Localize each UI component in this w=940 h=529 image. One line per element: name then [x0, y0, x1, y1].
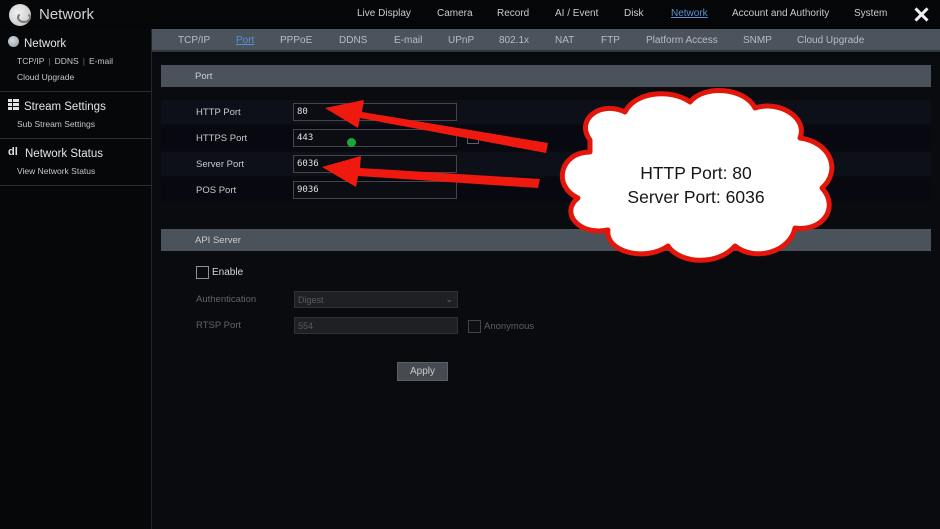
- tab-cloud-upgrade[interactable]: Cloud Upgrade: [797, 35, 864, 46]
- tab-tcpip[interactable]: TCP/IP: [178, 35, 210, 46]
- sidebar-link-tcpip[interactable]: TCP/IP: [17, 56, 44, 66]
- sidebar-group-title: Network Status: [25, 148, 103, 160]
- tab-snmp[interactable]: SNMP: [743, 35, 772, 46]
- https-port-label: HTTPS Port: [196, 133, 248, 144]
- anonymous-label: Anonymous: [484, 321, 535, 332]
- tab-8021x[interactable]: 802.1x: [499, 35, 529, 46]
- api-enable-toggle[interactable]: Enable: [196, 266, 243, 279]
- rtsp-port-input[interactable]: 554: [294, 317, 458, 334]
- cursor-indicator-dot: [347, 138, 356, 147]
- topnav-ai-event[interactable]: AI / Event: [555, 8, 598, 19]
- row-server-port: Server Port 6036: [161, 152, 931, 176]
- sidebar-links: TCP/IP | DDNS | E-mail: [0, 53, 151, 69]
- sidebar-links: Sub Stream Settings: [0, 116, 151, 132]
- separator: |: [82, 56, 85, 66]
- sidebar-group-network-status: dl Network Status View Network Status: [0, 139, 151, 186]
- sidebar-group-title: Stream Settings: [24, 101, 106, 113]
- sub-tab-bar: TCP/IP Port PPPoE DDNS E-mail UPnP 802.1…: [152, 29, 940, 52]
- sidebar-links: Cloud Upgrade: [0, 69, 151, 85]
- sidebar-link-cloud-upgrade[interactable]: Cloud Upgrade: [17, 72, 74, 82]
- server-port-label: Server Port: [196, 159, 245, 170]
- row-pos-port: POS Port 9036: [161, 178, 931, 202]
- top-nav: Live Display Camera Record AI / Event Di…: [0, 8, 940, 22]
- pos-port-label: POS Port: [196, 185, 237, 196]
- row-http-port: HTTP Port 80: [161, 100, 931, 124]
- tab-upnp[interactable]: UPnP: [448, 35, 474, 46]
- tab-ddns[interactable]: DDNS: [339, 35, 367, 46]
- tab-pppoe[interactable]: PPPoE: [280, 35, 312, 46]
- grid-icon: [8, 98, 19, 110]
- apply-button[interactable]: Apply: [397, 362, 448, 381]
- row-https-port: HTTPS Port 443: [161, 126, 931, 150]
- topnav-network[interactable]: Network: [671, 8, 708, 19]
- sidebar-links: View Network Status: [0, 163, 151, 179]
- https-enable-checkbox[interactable]: [467, 133, 479, 144]
- sidebar-item-stream-settings[interactable]: Stream Settings: [0, 98, 151, 116]
- callout-line-http: HTTP Port: 80: [640, 163, 752, 183]
- pos-port-input[interactable]: 9036: [293, 181, 457, 199]
- globe-icon: [8, 35, 19, 47]
- topnav-account-authority[interactable]: Account and Authority: [732, 8, 829, 19]
- sidebar: Network TCP/IP | DDNS | E-mail Cloud Upgrade…: [0, 29, 152, 529]
- anonymous-checkbox[interactable]: [468, 320, 481, 333]
- separator: |: [48, 56, 51, 66]
- anonymous-toggle[interactable]: Anonymous: [468, 320, 534, 333]
- section-header-port: Port: [161, 65, 931, 87]
- sidebar-item-network[interactable]: Network: [0, 35, 151, 53]
- main-panel: Port HTTP Port 80 HTTPS Port 443 Server …: [152, 54, 940, 529]
- api-enable-checkbox[interactable]: [196, 266, 209, 279]
- top-bar: Network Live Display Camera Record AI / …: [0, 0, 940, 29]
- section-header-api-server: API Server: [161, 229, 931, 251]
- sidebar-group-stream-settings: Stream Settings Sub Stream Settings: [0, 92, 151, 139]
- api-enable-label: Enable: [212, 267, 244, 278]
- tab-port[interactable]: Port: [236, 35, 254, 46]
- topnav-record[interactable]: Record: [497, 8, 529, 19]
- chevron-down-icon: ⌄: [445, 294, 453, 304]
- tab-nat[interactable]: NAT: [555, 35, 574, 46]
- topnav-disk[interactable]: Disk: [624, 8, 643, 19]
- http-port-label: HTTP Port: [196, 107, 241, 118]
- rtsp-port-label: RTSP Port: [196, 320, 242, 331]
- topnav-live-display[interactable]: Live Display: [357, 8, 411, 19]
- sidebar-group-network: Network TCP/IP | DDNS | E-mail Cloud Upgrade: [0, 29, 151, 92]
- server-port-input[interactable]: 6036: [293, 155, 457, 173]
- cloud-callout-text: HTTP Port: 80 Server Port: 6036: [596, 161, 796, 209]
- topnav-system[interactable]: System: [854, 8, 887, 19]
- sidebar-link-email[interactable]: E-mail: [89, 56, 113, 66]
- authentication-label: Authentication: [196, 294, 257, 305]
- tab-platform-access[interactable]: Platform Access: [646, 35, 718, 46]
- https-port-input[interactable]: 443: [293, 129, 457, 147]
- callout-line-server: Server Port: 6036: [627, 187, 765, 207]
- tab-email[interactable]: E-mail: [394, 35, 422, 46]
- authentication-select[interactable]: Digest ⌄: [294, 291, 458, 308]
- close-icon[interactable]: [912, 5, 930, 23]
- status-icon: dl: [8, 146, 18, 158]
- topnav-camera[interactable]: Camera: [437, 8, 473, 19]
- sidebar-group-title: Network: [24, 38, 67, 50]
- sidebar-link-sub-stream[interactable]: Sub Stream Settings: [17, 119, 95, 129]
- sidebar-link-view-status[interactable]: View Network Status: [17, 166, 95, 176]
- authentication-value: Digest: [298, 295, 324, 305]
- sidebar-link-ddns[interactable]: DDNS: [55, 56, 79, 66]
- tab-ftp[interactable]: FTP: [601, 35, 620, 46]
- sidebar-item-network-status[interactable]: dl Network Status: [0, 145, 151, 163]
- http-port-input[interactable]: 80: [293, 103, 457, 121]
